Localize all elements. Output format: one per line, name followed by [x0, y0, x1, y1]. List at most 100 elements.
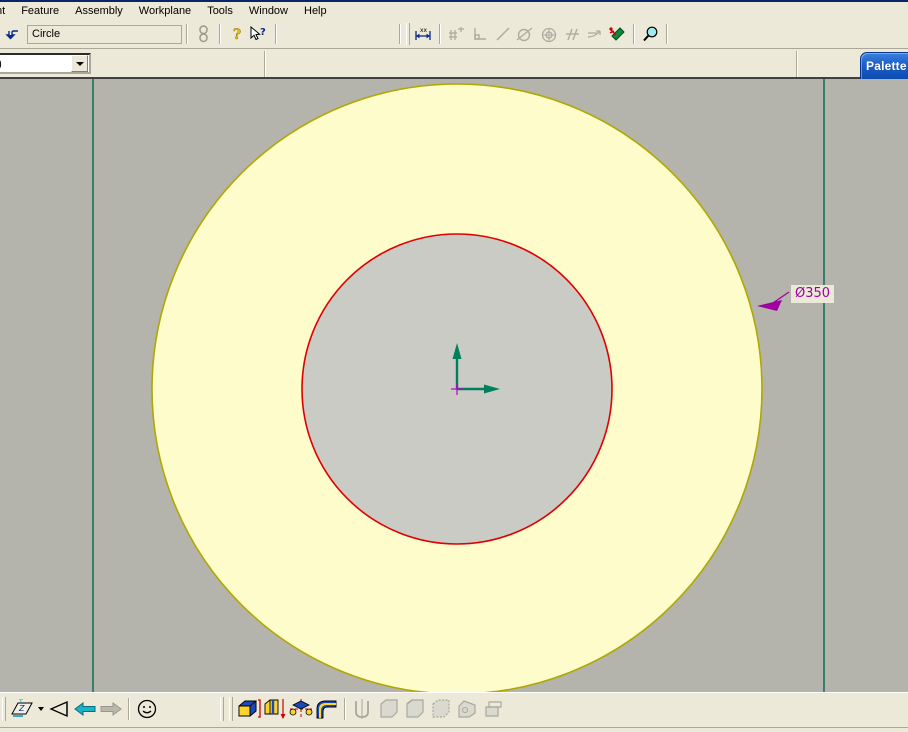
forward-arrow-icon	[100, 702, 122, 716]
diameter-dimension-leader	[757, 291, 790, 311]
pattern-feature-icon	[485, 701, 502, 717]
symmetric-constraint-button[interactable]	[583, 23, 606, 45]
toolbar-separator-6	[633, 24, 635, 44]
zoom-button[interactable]	[639, 23, 662, 45]
svg-text:?: ?	[260, 27, 266, 38]
shell-feature-icon	[432, 699, 450, 718]
perpendicular-constraint-button[interactable]	[468, 23, 491, 45]
magnet-snap-button[interactable]	[606, 23, 629, 45]
diameter-dimension-label[interactable]: Ø350	[791, 285, 835, 303]
canvas-svg	[92, 79, 825, 692]
chamfer-feature-button[interactable]	[402, 696, 428, 722]
secondary-toolbar-separator-2	[796, 51, 798, 77]
chain-link-button[interactable]	[192, 23, 215, 45]
menu-window[interactable]: Window	[241, 2, 296, 20]
bottom-toolbar-separator-1	[128, 698, 130, 720]
forward-button[interactable]	[98, 696, 124, 722]
parallel-constraint-button[interactable]	[560, 23, 583, 45]
coincident-constraint-icon	[448, 26, 464, 40]
menu-tools[interactable]: Tools	[199, 2, 241, 20]
toolbar-separator-7	[666, 24, 668, 44]
perpendicular-constraint-icon	[473, 27, 486, 40]
svg-text:xx: xx	[420, 27, 428, 34]
secondary-toolbar: e)	[0, 49, 908, 79]
toolbar-separator-2	[219, 24, 221, 44]
bottom-toolbar-grip-1[interactable]	[2, 697, 6, 721]
smiley-face-icon	[137, 699, 157, 719]
draft-feature-icon	[458, 700, 476, 718]
back-arrow-icon	[74, 702, 96, 716]
workplane-dropdown-caret[interactable]	[35, 696, 46, 722]
svg-text:T: T	[18, 699, 23, 706]
menu-feature[interactable]: Feature	[13, 2, 67, 20]
line-constraint-icon	[495, 26, 510, 41]
linear-dimension-button[interactable]: xx	[412, 23, 435, 45]
menu-bar: nt Feature Assembly Workplane Tools Wind…	[0, 2, 908, 20]
menu-workplane[interactable]: Workplane	[131, 2, 199, 20]
chamfer-feature-icon	[406, 699, 424, 718]
line-constraint-button[interactable]	[491, 23, 514, 45]
chain-link-icon	[199, 25, 208, 43]
cad-application-window: nt Feature Assembly Workplane Tools Wind…	[0, 0, 908, 732]
magnifier-zoom-icon	[642, 26, 657, 41]
concentric-constraint-icon	[541, 27, 556, 42]
parallel-constraint-icon	[565, 28, 579, 40]
toolbar-grip-dimension[interactable]	[406, 23, 410, 45]
fillet-feature-button[interactable]	[376, 696, 402, 722]
context-help-button[interactable]: ?	[248, 23, 271, 45]
fillet-feature-icon	[380, 699, 398, 718]
loft-feature-icon	[316, 700, 337, 719]
drawing-canvas[interactable]: Ø350	[0, 79, 908, 692]
back-button[interactable]	[72, 696, 98, 722]
bottom-toolbar-grip-2[interactable]	[220, 697, 224, 721]
main-toolbar: ? ? xx	[0, 20, 908, 49]
linear-dimension-icon: xx	[414, 27, 431, 40]
bottom-toolbar: Z T	[0, 692, 908, 732]
undo-button[interactable]	[2, 23, 25, 45]
loft-feature-button[interactable]	[314, 696, 340, 722]
menu-component-clipped[interactable]: nt	[0, 2, 13, 20]
coincident-constraint-button[interactable]	[445, 23, 468, 45]
help-question-icon: ?	[232, 27, 241, 42]
revolve-feature-button[interactable]	[262, 696, 288, 722]
view-cone-icon	[49, 701, 68, 717]
bottom-toolbar-grip-3[interactable]	[229, 697, 233, 721]
revolve-feature-icon	[264, 699, 286, 719]
shell-feature-button[interactable]	[428, 696, 454, 722]
view-direction-button[interactable]	[46, 696, 72, 722]
concentric-constraint-button[interactable]	[537, 23, 560, 45]
command-input[interactable]	[27, 24, 182, 44]
hole-feature-icon	[355, 699, 369, 719]
chevron-down-icon[interactable]	[71, 55, 88, 72]
context-help-pointer-icon: ?	[250, 26, 266, 41]
draft-feature-button[interactable]	[454, 696, 480, 722]
undo-arrow-icon	[5, 29, 18, 39]
status-bar	[0, 727, 908, 732]
magnet-snap-icon	[609, 26, 625, 41]
palette-tab-label: Palette	[866, 59, 907, 73]
new-workplane-icon: Z T	[11, 699, 33, 717]
bottom-toolbar-separator-2	[344, 698, 346, 720]
extrude-feature-icon	[238, 699, 261, 718]
workplane-select-value: e)	[0, 58, 71, 70]
toolbar-separator-1	[186, 24, 188, 44]
palette-tab[interactable]: Palette	[860, 52, 908, 79]
tangent-constraint-icon	[516, 26, 533, 41]
workplane-select[interactable]: e)	[0, 53, 91, 74]
shaded-view-button[interactable]	[134, 696, 160, 722]
hole-feature-button[interactable]	[350, 696, 376, 722]
symmetric-constraint-icon	[587, 29, 601, 38]
help-button[interactable]: ?	[225, 23, 248, 45]
toolbar-separator-4	[399, 24, 401, 44]
toolbar-separator-5	[439, 24, 441, 44]
sweep-feature-button[interactable]	[288, 696, 314, 722]
menu-help[interactable]: Help	[296, 2, 335, 20]
menu-assembly[interactable]: Assembly	[67, 2, 131, 20]
pattern-feature-button[interactable]	[480, 696, 506, 722]
secondary-toolbar-separator-1	[264, 51, 266, 77]
tangent-constraint-button[interactable]	[514, 23, 537, 45]
sweep-feature-icon	[289, 699, 313, 719]
svg-text:?: ?	[233, 27, 241, 42]
new-workplane-button[interactable]: Z T	[9, 696, 35, 722]
extrude-feature-button[interactable]	[236, 696, 262, 722]
